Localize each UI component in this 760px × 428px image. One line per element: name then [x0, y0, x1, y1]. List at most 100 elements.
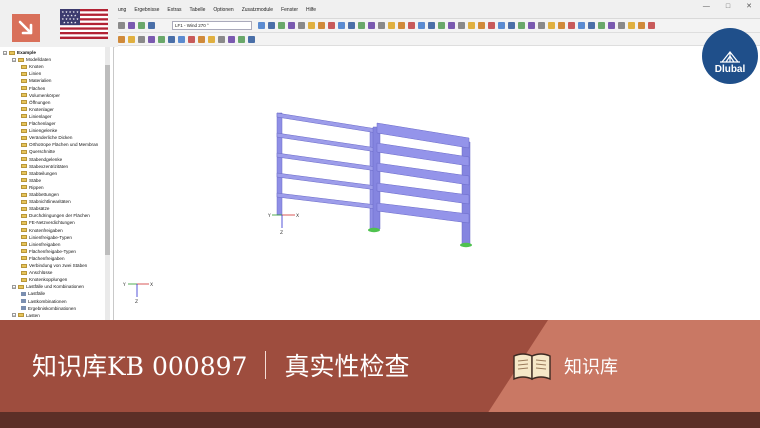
- toolbar-secondary-icon[interactable]: [148, 36, 155, 43]
- menu-item[interactable]: Tabelle: [190, 7, 206, 13]
- navigator-item[interactable]: Stabbettungen: [0, 191, 59, 198]
- menu-item[interactable]: Hilfe: [306, 7, 316, 13]
- toolbar-action-icon[interactable]: [468, 22, 475, 29]
- navigator-item[interactable]: Knotenkopplungen: [0, 276, 67, 283]
- toolbar-action-icon[interactable]: [568, 22, 575, 29]
- toolbar-action-icon[interactable]: [298, 22, 305, 29]
- toolbar-action-icon[interactable]: [558, 22, 565, 29]
- toolbar-main-icon[interactable]: [118, 22, 125, 29]
- toolbar-action-icon[interactable]: [488, 22, 495, 29]
- toolbar-action-icon[interactable]: [508, 22, 515, 29]
- expand-toggle-icon[interactable]: −: [12, 57, 16, 62]
- navigator-item[interactable]: Stabsätze: [0, 205, 49, 212]
- navigator-item[interactable]: Knotenlager: [0, 106, 54, 113]
- navigator-item[interactable]: Öffnungen: [0, 99, 50, 106]
- navigator-item[interactable]: Materialien: [0, 77, 51, 84]
- expand-toggle-icon[interactable]: −: [12, 313, 16, 318]
- navigator-item[interactable]: Flächenlager: [0, 120, 56, 127]
- expand-toggle-icon[interactable]: −: [12, 284, 16, 289]
- toolbar-action-icon[interactable]: [338, 22, 345, 29]
- navigator-item[interactable]: Linienfreigabe-Typen: [0, 234, 72, 241]
- toolbar-action-icon[interactable]: [528, 22, 535, 29]
- toolbar-secondary-icon[interactable]: [238, 36, 245, 43]
- menu-item[interactable]: Fenster: [281, 7, 298, 13]
- toolbar-action-icon[interactable]: [398, 22, 405, 29]
- toolbar-main-icon[interactable]: [128, 22, 135, 29]
- navigator-item[interactable]: Verbindung von zwei Stäben: [0, 262, 87, 269]
- toolbar-secondary-icon[interactable]: [228, 36, 235, 43]
- close-button[interactable]: ✕: [746, 2, 752, 10]
- toolbar-action-icon[interactable]: [638, 22, 645, 29]
- minimize-button[interactable]: —: [703, 3, 710, 10]
- toolbar-secondary-icon[interactable]: [198, 36, 205, 43]
- toolbar-action-icon[interactable]: [478, 22, 485, 29]
- toolbar-action-icon[interactable]: [498, 22, 505, 29]
- toolbar-secondary-icon[interactable]: [128, 36, 135, 43]
- toolbar-secondary-icon[interactable]: [178, 36, 185, 43]
- toolbar-action-icon[interactable]: [518, 22, 525, 29]
- toolbar-action-icon[interactable]: [348, 22, 355, 29]
- toolbar-action-icon[interactable]: [368, 22, 375, 29]
- toolbar-action-icon[interactable]: [448, 22, 455, 29]
- toolbar-action-icon[interactable]: [418, 22, 425, 29]
- toolbar-secondary-icon[interactable]: [218, 36, 225, 43]
- toolbar-main-icon[interactable]: [148, 22, 155, 29]
- toolbar-secondary-icon[interactable]: [248, 36, 255, 43]
- loadcase-selector[interactable]: LF1 - Wind 270 °: [172, 21, 252, 30]
- navigator-item[interactable]: − Lastfälle und Kombinationen: [0, 283, 84, 290]
- navigator-item[interactable]: FE-Netzverdichtungen: [0, 219, 75, 226]
- toolbar-action-icon[interactable]: [358, 22, 365, 29]
- navigator-item[interactable]: Volumenkörper: [0, 92, 60, 99]
- toolbar-action-icon[interactable]: [278, 22, 285, 29]
- toolbar-action-icon[interactable]: [578, 22, 585, 29]
- expand-toggle-icon[interactable]: −: [3, 50, 7, 55]
- navigator-item[interactable]: Knotenfreigaben: [0, 227, 63, 234]
- toolbar-action-icon[interactable]: [628, 22, 635, 29]
- toolbar-action-icon[interactable]: [598, 22, 605, 29]
- menu-item[interactable]: Extras: [167, 7, 181, 13]
- navigator-item[interactable]: Linien: [0, 70, 41, 77]
- toolbar-action-icon[interactable]: [268, 22, 275, 29]
- toolbar-secondary-icon[interactable]: [118, 36, 125, 43]
- toolbar-action-icon[interactable]: [438, 22, 445, 29]
- toolbar-secondary-icon[interactable]: [188, 36, 195, 43]
- toolbar-action-icon[interactable]: [288, 22, 295, 29]
- menu-item[interactable]: ung: [118, 7, 126, 13]
- menu-item[interactable]: Ergebnisse: [134, 7, 159, 13]
- toolbar-action-icon[interactable]: [458, 22, 465, 29]
- toolbar-secondary-icon[interactable]: [138, 36, 145, 43]
- navigator-item[interactable]: Stabendgelenke: [0, 156, 62, 163]
- navigator-item[interactable]: Lastfälle: [0, 290, 45, 297]
- toolbar-action-icon[interactable]: [328, 22, 335, 29]
- toolbar-action-icon[interactable]: [258, 22, 265, 29]
- toolbar-action-icon[interactable]: [588, 22, 595, 29]
- menu-item[interactable]: Optionen: [213, 7, 233, 13]
- navigator-scrollbar[interactable]: [105, 47, 110, 320]
- navigator-item[interactable]: Linienfreigaben: [0, 241, 60, 248]
- toolbar-action-icon[interactable]: [318, 22, 325, 29]
- navigator-item[interactable]: Knoten: [0, 63, 44, 70]
- toolbar-action-icon[interactable]: [408, 22, 415, 29]
- toolbar-action-icon[interactable]: [378, 22, 385, 29]
- toolbar-action-icon[interactable]: [388, 22, 395, 29]
- navigator-item[interactable]: Anschlüsse: [0, 269, 53, 276]
- maximize-button[interactable]: □: [726, 3, 730, 10]
- navigator-item[interactable]: Stabteilungen: [0, 170, 57, 177]
- toolbar-action-icon[interactable]: [618, 22, 625, 29]
- navigator-item[interactable]: Flächenfreigabe-Typen: [0, 248, 76, 255]
- navigator-item[interactable]: Rippen: [0, 184, 44, 191]
- navigator-item[interactable]: Durchdringungen der Flächen: [0, 212, 90, 219]
- navigator-item[interactable]: − Lasten: [0, 312, 40, 319]
- navigator-scroll-thumb[interactable]: [105, 65, 110, 255]
- toolbar-action-icon[interactable]: [608, 22, 615, 29]
- navigator-item[interactable]: Lastkombinationen: [0, 298, 67, 305]
- navigator-item[interactable]: Ergebniskombinationen: [0, 305, 76, 312]
- navigator-item[interactable]: − Modelldaten: [0, 56, 51, 63]
- navigator-item[interactable]: Flächenfreigaben: [0, 255, 65, 262]
- navigator-item[interactable]: Orthotrope Flächen und Membran: [0, 141, 98, 148]
- toolbar-action-icon[interactable]: [538, 22, 545, 29]
- toolbar-action-icon[interactable]: [548, 22, 555, 29]
- navigator-item[interactable]: Flächen: [0, 85, 45, 92]
- menu-item[interactable]: Zusatzmodule: [242, 7, 273, 13]
- model-viewport[interactable]: X Y Z X Y Z: [115, 47, 760, 320]
